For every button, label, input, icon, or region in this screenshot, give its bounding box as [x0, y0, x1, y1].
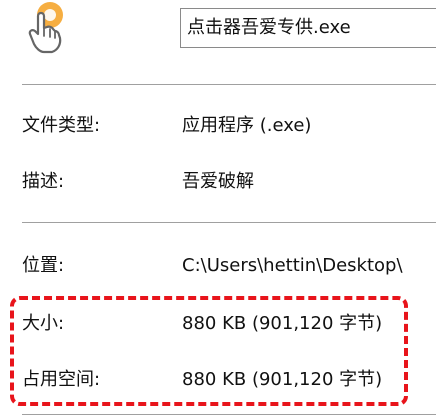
divider	[22, 222, 436, 223]
size-value: 880 KB (901,120 字节)	[182, 313, 383, 334]
description-label: 描述:	[22, 171, 65, 192]
location-value: C:\Users\hettin\Desktop\	[182, 255, 403, 276]
divider	[22, 414, 436, 415]
app-icon	[22, 0, 72, 56]
location-label: 位置:	[22, 255, 65, 276]
divider	[22, 84, 436, 85]
file-type-label: 文件类型:	[22, 115, 101, 136]
size-on-disk-label: 占用空间:	[22, 369, 101, 390]
file-name-input[interactable]: 点击器吾爱专供.exe	[180, 8, 436, 48]
file-type-value: 应用程序 (.exe)	[182, 115, 312, 136]
size-on-disk-value: 880 KB (901,120 字节)	[182, 369, 383, 390]
size-label: 大小:	[22, 313, 65, 334]
hand-pointer-icon	[28, 2, 63, 54]
description-value: 吾爱破解	[182, 171, 254, 192]
